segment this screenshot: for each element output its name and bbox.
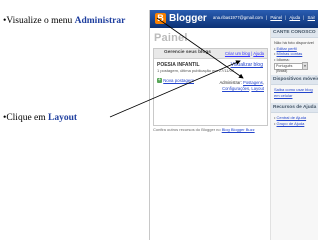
page-title: Painel bbox=[154, 32, 188, 44]
panel-header-links: Criar um blog | Ajuda bbox=[224, 50, 264, 56]
new-post-label: Nova postagem bbox=[163, 78, 194, 83]
plus-icon: + bbox=[157, 77, 162, 84]
admin-settings-link[interactable]: Configurações bbox=[222, 86, 249, 91]
bullet-2-text: •Clique em bbox=[3, 113, 49, 123]
help-section-title: Recursos de Ajuda bbox=[271, 103, 318, 113]
user-links: ana.ribas1977@gmail.com | Painel | Ajuda… bbox=[213, 15, 315, 20]
create-blog-link[interactable]: Criar um blog bbox=[225, 51, 250, 56]
admin-posts-link[interactable]: Postagens bbox=[243, 80, 263, 85]
new-post-button[interactable]: + Nova postagem bbox=[157, 77, 194, 84]
blogger-logo-icon: B bbox=[155, 13, 166, 24]
help-group-link[interactable]: Grupo de Ajuda bbox=[277, 121, 305, 126]
instruction-bullet-2: •Clique em Layout bbox=[3, 113, 77, 123]
instruction-bullet-1: •Visualize o menu Administrar bbox=[3, 16, 125, 26]
bullet-1-text: •Visualize o menu bbox=[3, 16, 75, 26]
dashboard-main: Painel Gerencie seus blogs Criar um blog… bbox=[150, 28, 270, 240]
admin-menu: Administrar: Postagens, Configurações, L… bbox=[219, 80, 264, 91]
mobile-section: Saiba como usar blog em celular bbox=[271, 85, 318, 100]
profile-section-title: CANTE CONOSCO bbox=[271, 28, 318, 38]
mobile-section-title: Dispositivos móveis bbox=[271, 75, 318, 85]
language-select[interactable]: Português (Brasil) bbox=[274, 62, 303, 73]
panel-header: Gerencie seus blogs Criar um blog | Ajud… bbox=[154, 49, 267, 59]
panel-help-link[interactable]: Ajuda bbox=[253, 51, 264, 56]
chevron-down-icon[interactable]: ▼ bbox=[302, 62, 308, 70]
ajuda-link[interactable]: Ajuda bbox=[289, 15, 300, 20]
blog-meta: 1 postagem, última publicação em 27/11/0… bbox=[157, 68, 235, 73]
sair-link[interactable]: Sair bbox=[308, 15, 315, 20]
my-accounts-link[interactable]: Minhas contas bbox=[277, 51, 303, 56]
buzz-blog-link[interactable]: Blog Blogger Buzz bbox=[222, 127, 255, 132]
bullet-1-highlight: Administrar bbox=[74, 16, 126, 26]
blogger-screenshot: B Blogger ana.ribas1977@gmail.com | Pain… bbox=[149, 10, 318, 240]
help-center-link[interactable]: Central de Ajuda bbox=[277, 115, 307, 120]
view-blog-link[interactable]: Visualizar blog bbox=[231, 62, 263, 68]
language-label: Idioma: bbox=[276, 56, 290, 62]
footer-note: Confira outros recursos do Blogger no Bl… bbox=[153, 127, 265, 132]
profile-section: Não há foto disponível • Editar perfil •… bbox=[271, 38, 318, 73]
painel-link[interactable]: Painel bbox=[270, 15, 282, 20]
admin-layout-link[interactable]: Layout bbox=[251, 86, 264, 91]
bullet-2-highlight: Layout bbox=[48, 113, 78, 123]
admin-label: Administrar: bbox=[219, 80, 242, 85]
help-section: • Central de Ajuda • Grupo de Ajuda bbox=[274, 115, 307, 126]
blogger-brand[interactable]: Blogger bbox=[169, 13, 207, 25]
edit-profile-link[interactable]: Editar perfil bbox=[277, 46, 297, 51]
footer-note-text: Confira outros recursos do Blogger no bbox=[153, 127, 222, 132]
manage-blogs-panel: Gerencie seus blogs Criar um blog | Ajud… bbox=[153, 48, 268, 126]
blogger-topbar: B Blogger ana.ribas1977@gmail.com | Pain… bbox=[150, 10, 318, 28]
panel-header-label: Gerencie seus blogs bbox=[164, 50, 211, 55]
mobile-blog-link[interactable]: Saiba como usar blog em celular bbox=[274, 87, 313, 98]
user-email: ana.ribas1977@gmail.com bbox=[213, 15, 263, 20]
right-sidebar: CANTE CONOSCO Não há foto disponível • E… bbox=[270, 28, 318, 240]
